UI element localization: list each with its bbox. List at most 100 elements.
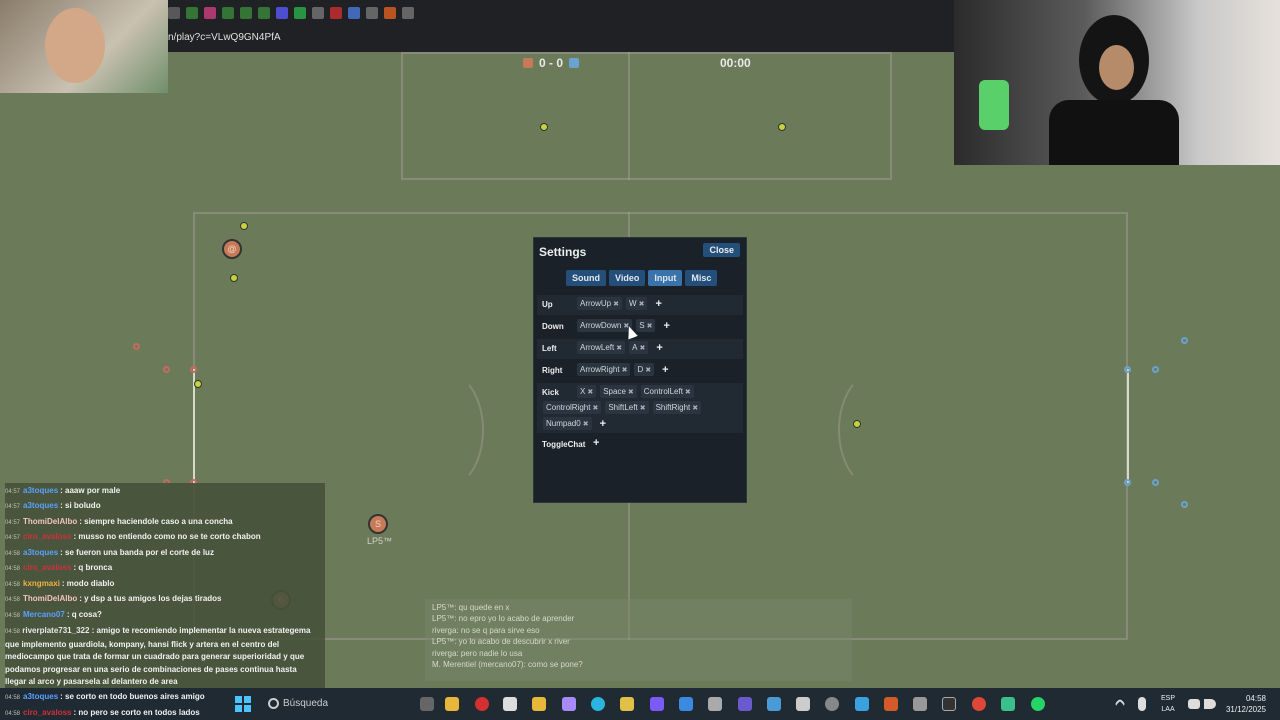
key-chip[interactable]: A ✖ xyxy=(629,341,649,354)
key-chip[interactable]: D ✖ xyxy=(634,363,655,376)
terminal-icon[interactable] xyxy=(942,697,956,711)
key-chip[interactable]: ShiftLeft ✖ xyxy=(605,401,649,414)
add-key-button[interactable]: + xyxy=(596,418,610,430)
system-clock[interactable]: 04:58 31/12/2025 xyxy=(1226,693,1266,715)
tab-favicon-icon[interactable] xyxy=(168,7,180,19)
tab-favicon-icon[interactable] xyxy=(294,7,306,19)
task-view-icon[interactable] xyxy=(420,697,434,711)
tab-input[interactable]: Input xyxy=(648,270,683,286)
taskbar-app-icon[interactable] xyxy=(562,697,576,711)
tab-favicon-icon[interactable] xyxy=(402,7,414,19)
taskbar-app-icon[interactable] xyxy=(767,697,781,711)
browser-tab-strip[interactable] xyxy=(168,4,414,22)
remove-key-icon[interactable]: ✖ xyxy=(685,389,691,396)
tab-favicon-icon[interactable] xyxy=(366,7,378,19)
remove-key-icon[interactable]: ✖ xyxy=(613,301,619,308)
volume-icon[interactable] xyxy=(1204,699,1216,709)
taskbar-app-icon[interactable] xyxy=(825,697,839,711)
tab-favicon-icon[interactable] xyxy=(330,7,342,19)
key-chip[interactable]: ShiftRight ✖ xyxy=(652,401,702,414)
remove-key-icon[interactable]: ✖ xyxy=(647,323,653,330)
folder-icon[interactable] xyxy=(532,697,546,711)
address-bar[interactable]: n/play?c=VLwQ9GN4PfA xyxy=(168,32,281,43)
streamer-face xyxy=(1099,45,1134,90)
tab-favicon-icon[interactable] xyxy=(186,7,198,19)
remove-key-icon[interactable]: ✖ xyxy=(692,405,698,412)
taskbar-app-icon[interactable] xyxy=(738,697,752,711)
remove-key-icon[interactable]: ✖ xyxy=(622,367,628,374)
game-chat-log: LP5™: qu quede en x LP5™: no epro yo lo a… xyxy=(425,599,852,681)
taskbar-app-icon[interactable] xyxy=(679,697,693,711)
settings-dialog: Settings Close Sound Video Input Misc Up… xyxy=(533,237,747,503)
key-chip[interactable]: ArrowRight ✖ xyxy=(577,363,631,376)
remove-key-icon[interactable]: ✖ xyxy=(639,301,645,308)
key-chip[interactable]: ArrowUp ✖ xyxy=(577,297,622,310)
remove-key-icon[interactable]: ✖ xyxy=(583,421,589,428)
microphone-icon[interactable] xyxy=(1138,697,1146,711)
windows-start-icon[interactable] xyxy=(235,696,251,712)
binding-label: ToggleChat xyxy=(542,440,586,449)
binding-row-left: Left ArrowLeft ✖ A ✖ + xyxy=(537,339,743,359)
taskbar-app-icon[interactable] xyxy=(1001,697,1015,711)
add-key-button[interactable]: + xyxy=(651,298,665,310)
taskbar-app-icon[interactable] xyxy=(445,697,459,711)
key-chip[interactable]: W ✖ xyxy=(626,297,648,310)
edge-icon[interactable] xyxy=(591,697,605,711)
tab-sound[interactable]: Sound xyxy=(566,270,606,286)
monitor-icon[interactable] xyxy=(1188,699,1200,709)
tab-favicon-icon[interactable] xyxy=(312,7,324,19)
taskbar-search[interactable]: Búsqueda xyxy=(263,694,423,714)
opera-icon[interactable] xyxy=(475,697,489,711)
chat-message: 04:58 Mercano07: q cosa? xyxy=(5,610,102,619)
binding-label: Right xyxy=(542,366,563,375)
whatsapp-icon[interactable] xyxy=(1031,697,1045,711)
remove-key-icon[interactable]: ✖ xyxy=(592,405,598,412)
blue-goal-line xyxy=(1127,369,1129,483)
key-chip[interactable]: ControlLeft ✖ xyxy=(640,385,694,398)
game-chat-line: LP5™: qu quede en x xyxy=(432,603,510,612)
add-key-button[interactable]: + xyxy=(659,320,673,332)
close-button[interactable]: Close xyxy=(703,243,740,257)
taskbar-app-icon[interactable] xyxy=(708,697,722,711)
key-chip[interactable]: ArrowDown ✖ xyxy=(577,319,633,332)
blue-goal-post xyxy=(1181,337,1188,344)
left-penalty-arc xyxy=(404,370,484,490)
remove-key-icon[interactable]: ✖ xyxy=(639,345,645,352)
settings-gear-icon[interactable] xyxy=(913,697,927,711)
key-chip[interactable]: S ✖ xyxy=(636,319,656,332)
taskbar-app-icon[interactable] xyxy=(884,697,898,711)
remove-key-icon[interactable]: ✖ xyxy=(640,405,646,412)
tab-misc[interactable]: Misc xyxy=(685,270,718,286)
key-chip[interactable]: ArrowLeft ✖ xyxy=(577,341,626,354)
remove-key-icon[interactable]: ✖ xyxy=(645,367,651,374)
tab-favicon-icon[interactable] xyxy=(258,7,270,19)
key-chip[interactable]: Numpad0 ✖ xyxy=(543,417,592,430)
chevron-up-icon[interactable] xyxy=(1114,698,1126,710)
remove-key-icon[interactable]: ✖ xyxy=(616,345,622,352)
tab-favicon-icon[interactable] xyxy=(204,7,216,19)
add-key-button[interactable]: + xyxy=(652,342,666,354)
key-chip[interactable]: Space ✖ xyxy=(600,385,637,398)
tab-favicon-icon[interactable] xyxy=(240,7,252,19)
remove-key-icon[interactable]: ✖ xyxy=(628,389,634,396)
tab-favicon-icon[interactable] xyxy=(384,7,396,19)
tab-favicon-icon[interactable] xyxy=(222,7,234,19)
input-language[interactable]: ESP LAA xyxy=(1161,693,1175,715)
chat-message: 04:58 ciro_avaloss: no pero se corto en t… xyxy=(5,708,200,717)
taskbar-app-icon[interactable] xyxy=(620,697,634,711)
tab-video[interactable]: Video xyxy=(609,270,646,286)
add-key-button[interactable]: + xyxy=(658,364,672,376)
chat-message: 04:57 ThomiDelAlbo: siempre haciendole ca… xyxy=(5,517,233,526)
taskbar-app-icon[interactable] xyxy=(855,697,869,711)
binding-row-right: Right ArrowRight ✖ D ✖ + xyxy=(537,361,743,381)
chrome-icon[interactable] xyxy=(972,697,986,711)
key-chip[interactable]: ControlRight ✖ xyxy=(543,401,602,414)
tab-favicon-icon[interactable] xyxy=(348,7,360,19)
tab-favicon-icon[interactable] xyxy=(276,7,288,19)
discord-icon[interactable] xyxy=(650,697,664,711)
key-chip[interactable]: X ✖ xyxy=(577,385,597,398)
remove-key-icon[interactable]: ✖ xyxy=(587,389,593,396)
taskbar-app-icon[interactable] xyxy=(796,697,810,711)
store-icon[interactable] xyxy=(503,697,517,711)
add-key-button[interactable]: + xyxy=(589,437,603,449)
